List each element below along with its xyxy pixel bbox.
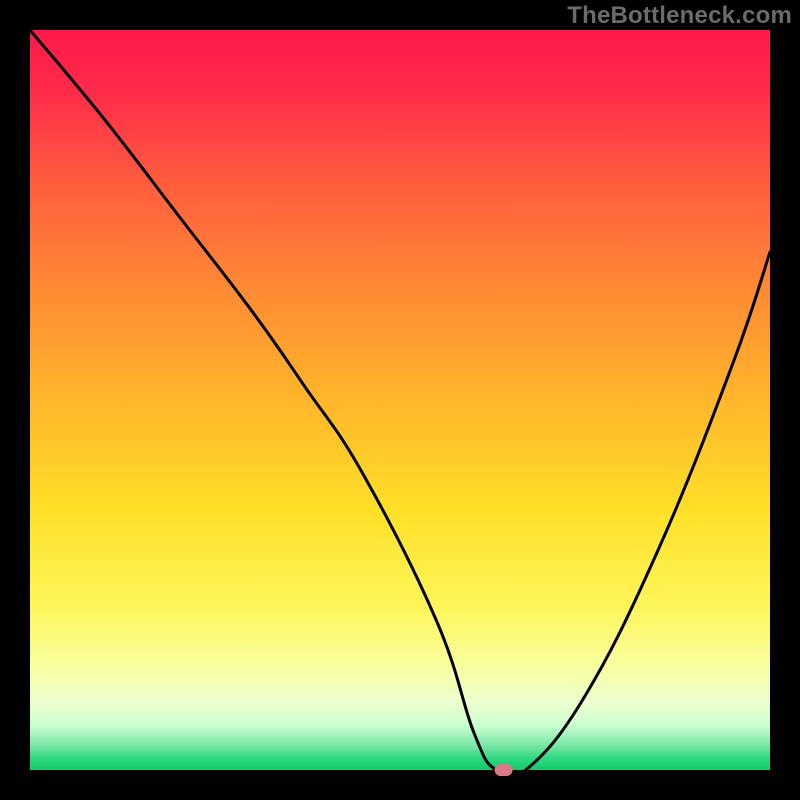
optimal-marker [495, 764, 513, 776]
chart-plot-bg [30, 30, 770, 770]
chart-svg [0, 0, 800, 800]
chart-container: TheBottleneck.com [0, 0, 800, 800]
watermark-text: TheBottleneck.com [567, 2, 792, 30]
